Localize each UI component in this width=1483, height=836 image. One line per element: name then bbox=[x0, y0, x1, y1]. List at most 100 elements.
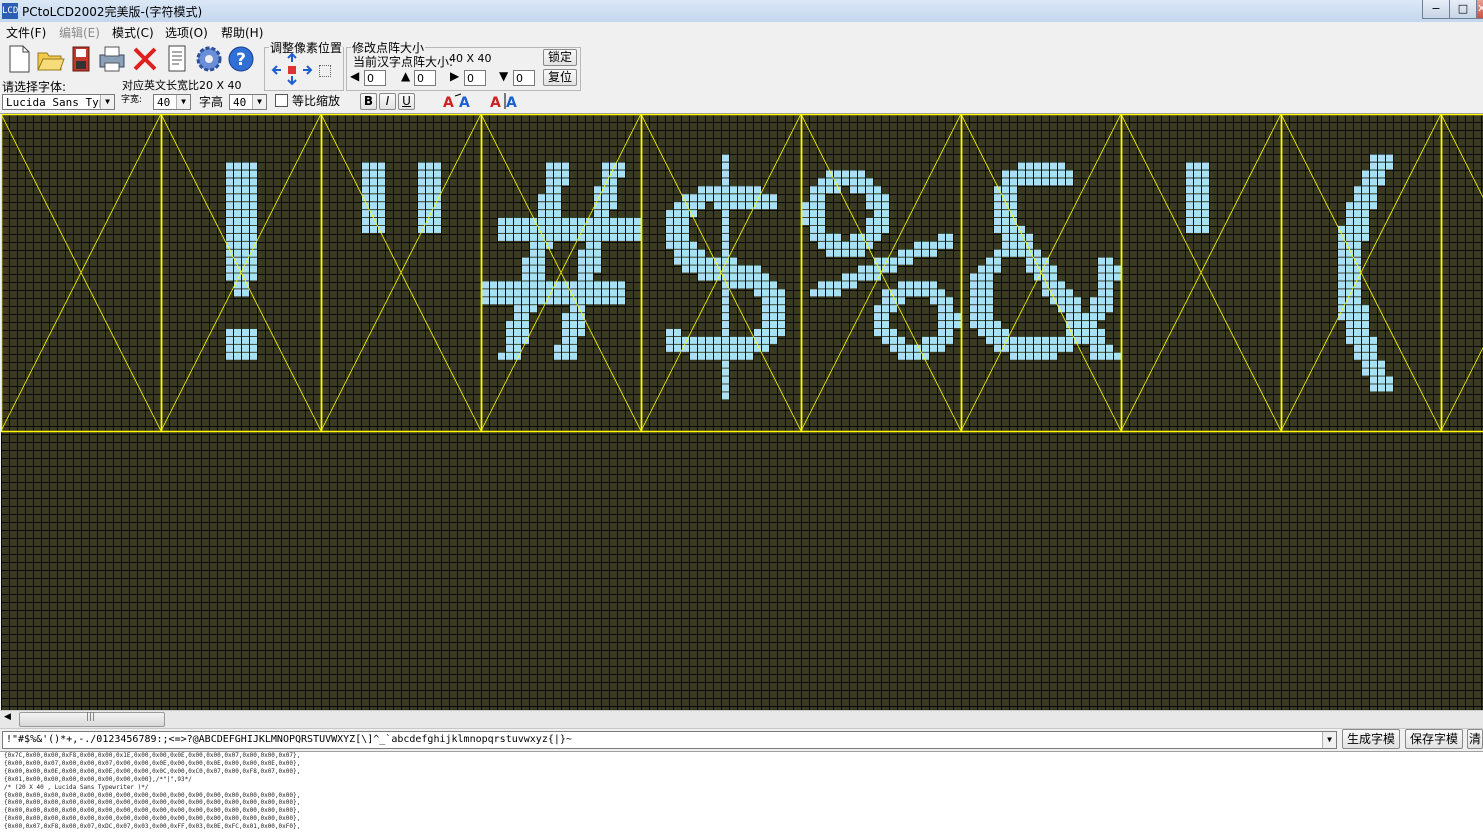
glyph-pixel[interactable] bbox=[1018, 337, 1025, 344]
glyph-pixel[interactable] bbox=[1010, 337, 1017, 344]
glyph-pixel[interactable] bbox=[546, 234, 553, 241]
glyph-pixel[interactable] bbox=[586, 274, 593, 281]
glyph-pixel[interactable] bbox=[970, 281, 977, 288]
glyph-pixel[interactable] bbox=[722, 337, 729, 344]
glyph-pixel[interactable] bbox=[1194, 210, 1201, 217]
glyph-pixel[interactable] bbox=[698, 186, 705, 193]
glyph-pixel[interactable] bbox=[1066, 337, 1073, 344]
glyph-pixel[interactable] bbox=[1010, 194, 1017, 201]
menu-options[interactable]: 选项(O) bbox=[165, 24, 208, 41]
glyph-pixel[interactable] bbox=[1082, 321, 1089, 328]
glyph-pixel[interactable] bbox=[1354, 234, 1361, 241]
glyph-pixel[interactable] bbox=[570, 345, 577, 352]
glyph-pixel[interactable] bbox=[426, 178, 433, 185]
glyph-pixel[interactable] bbox=[930, 289, 937, 296]
glyph-pixel[interactable] bbox=[370, 178, 377, 185]
glyph-pixel[interactable] bbox=[690, 266, 697, 273]
glyph-pixel[interactable] bbox=[602, 170, 609, 177]
glyph-pixel[interactable] bbox=[1362, 345, 1369, 352]
glyph-pixel[interactable] bbox=[690, 258, 697, 265]
glyph-pixel[interactable] bbox=[970, 321, 977, 328]
glyph-pixel[interactable] bbox=[1378, 170, 1385, 177]
glyph-pixel[interactable] bbox=[634, 234, 641, 241]
glyph-pixel[interactable] bbox=[874, 186, 881, 193]
flip-glyph-icon[interactable]: A A bbox=[488, 92, 524, 110]
glyph-pixel[interactable] bbox=[418, 163, 425, 170]
glyph-pixel[interactable] bbox=[1098, 337, 1105, 344]
glyph-pixel[interactable] bbox=[594, 250, 601, 257]
glyph-pixel[interactable] bbox=[746, 281, 753, 288]
glyph-pixel[interactable] bbox=[722, 163, 729, 170]
glyph-pixel[interactable] bbox=[250, 337, 257, 344]
glyph-pixel[interactable] bbox=[634, 226, 641, 233]
glyph-pixel[interactable] bbox=[842, 250, 849, 257]
glyph-pixel[interactable] bbox=[834, 281, 841, 288]
glyph-pixel[interactable] bbox=[1370, 361, 1377, 368]
glyph-pixel[interactable] bbox=[1202, 210, 1209, 217]
glyph-pixel[interactable] bbox=[226, 258, 233, 265]
glyph-pixel[interactable] bbox=[914, 289, 921, 296]
glyph-pixel[interactable] bbox=[250, 178, 257, 185]
glyph-pixel[interactable] bbox=[938, 337, 945, 344]
glyph-pixel[interactable] bbox=[874, 329, 881, 336]
glyph-pixel[interactable] bbox=[882, 329, 889, 336]
glyph-pixel[interactable] bbox=[242, 170, 249, 177]
glyph-pixel[interactable] bbox=[482, 297, 489, 304]
glyph-pixel[interactable] bbox=[946, 305, 953, 312]
glyph-pixel[interactable] bbox=[938, 313, 945, 320]
glyph-pixel[interactable] bbox=[770, 321, 777, 328]
glyph-pixel[interactable] bbox=[602, 210, 609, 217]
glyph-pixel[interactable] bbox=[530, 250, 537, 257]
glyph-pixel[interactable] bbox=[1026, 266, 1033, 273]
glyph-pixel[interactable] bbox=[570, 226, 577, 233]
glyph-pixel[interactable] bbox=[666, 329, 673, 336]
glyph-pixel[interactable] bbox=[578, 218, 585, 225]
glyph-pixel[interactable] bbox=[706, 345, 713, 352]
glyph-pixel[interactable] bbox=[1202, 178, 1209, 185]
glyph-pixel[interactable] bbox=[682, 218, 689, 225]
glyph-pixel[interactable] bbox=[1042, 170, 1049, 177]
glyph-pixel[interactable] bbox=[522, 313, 529, 320]
glyph-pixel[interactable] bbox=[1378, 384, 1385, 391]
glyph-pixel[interactable] bbox=[226, 202, 233, 209]
glyph-pixel[interactable] bbox=[1034, 170, 1041, 177]
glyph-pixel[interactable] bbox=[946, 234, 953, 241]
glyph-pixel[interactable] bbox=[602, 163, 609, 170]
glyph-pixel-layer[interactable] bbox=[1, 114, 1483, 710]
glyph-pixel[interactable] bbox=[874, 194, 881, 201]
glyph-pixel[interactable] bbox=[1010, 226, 1017, 233]
glyph-pixel[interactable] bbox=[890, 305, 897, 312]
glyph-pixel[interactable] bbox=[242, 337, 249, 344]
glyph-pixel[interactable] bbox=[514, 289, 521, 296]
glyph-pixel[interactable] bbox=[1194, 226, 1201, 233]
glyph-pixel[interactable] bbox=[770, 202, 777, 209]
glyph-pixel[interactable] bbox=[1338, 250, 1345, 257]
glyph-pixel[interactable] bbox=[514, 337, 521, 344]
glyph-pixel[interactable] bbox=[498, 289, 505, 296]
glyph-pixel[interactable] bbox=[898, 353, 905, 360]
glyph-pixel[interactable] bbox=[234, 250, 241, 257]
glyph-pixel[interactable] bbox=[882, 305, 889, 312]
glyph-pixel[interactable] bbox=[834, 186, 841, 193]
glyph-pixel[interactable] bbox=[1370, 345, 1377, 352]
glyph-pixel[interactable] bbox=[762, 337, 769, 344]
glyph-pixel[interactable] bbox=[554, 353, 561, 360]
glyph-pixel[interactable] bbox=[1370, 353, 1377, 360]
glyph-pixel[interactable] bbox=[746, 345, 753, 352]
glyph-pixel[interactable] bbox=[362, 163, 369, 170]
glyph-pixel[interactable] bbox=[506, 297, 513, 304]
glyph-pixel[interactable] bbox=[674, 202, 681, 209]
glyph-pixel[interactable] bbox=[578, 274, 585, 281]
glyph-pixel[interactable] bbox=[226, 170, 233, 177]
glyph-pixel[interactable] bbox=[370, 194, 377, 201]
glyph-pixel[interactable] bbox=[1034, 353, 1041, 360]
glyph-pixel[interactable] bbox=[1354, 186, 1361, 193]
glyph-pixel[interactable] bbox=[1050, 281, 1057, 288]
glyph-pixel[interactable] bbox=[250, 329, 257, 336]
glyph-pixel[interactable] bbox=[986, 289, 993, 296]
glyph-pixel[interactable] bbox=[546, 194, 553, 201]
glyph-pixel[interactable] bbox=[226, 178, 233, 185]
glyph-pixel[interactable] bbox=[554, 163, 561, 170]
glyph-pixel[interactable] bbox=[1090, 345, 1097, 352]
glyph-pixel[interactable] bbox=[226, 274, 233, 281]
